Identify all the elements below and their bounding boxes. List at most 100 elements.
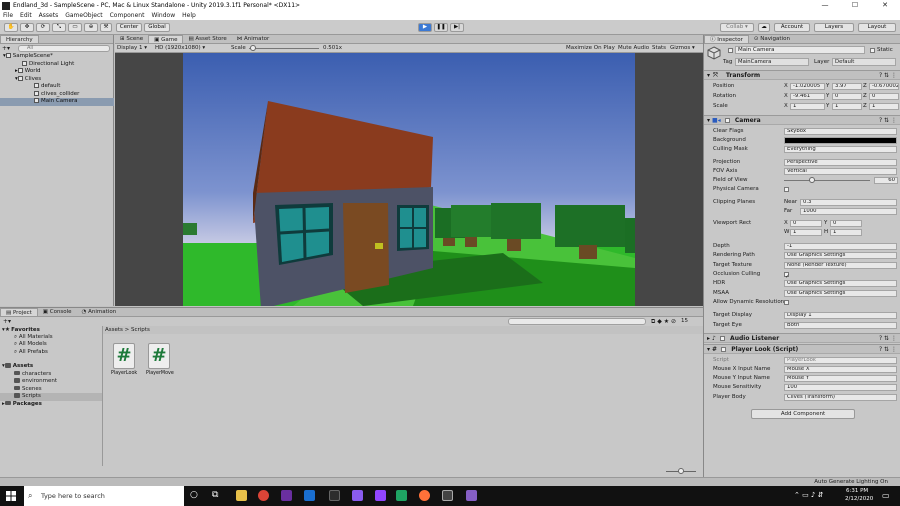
menu-window[interactable]: Window <box>151 12 175 19</box>
custom-tool-icon[interactable]: ⚒ <box>100 23 112 32</box>
maximize-button[interactable]: ☐ <box>840 0 870 11</box>
fov-slider-thumb[interactable] <box>809 177 816 183</box>
player-look-checkbox[interactable] <box>721 347 727 352</box>
tab-hierarchy[interactable]: Hierarchy <box>0 35 39 43</box>
create-plus-icon[interactable]: +▾ <box>2 45 10 52</box>
filter-icons[interactable]: ⧉ ◆ ★ ⊘ <box>651 318 676 326</box>
projection-dropdown[interactable]: Perspective <box>784 159 897 166</box>
tab-asset-store[interactable]: ▤ Asset Store <box>183 35 231 43</box>
display-dropdown[interactable]: Display 1 ▾ <box>117 44 147 53</box>
mouse-y-field[interactable]: Mouse Y <box>784 375 897 382</box>
twitch-icon[interactable] <box>281 490 292 501</box>
fov-axis-dropdown[interactable]: Vertical <box>784 168 897 175</box>
step-button[interactable]: ▶| <box>450 23 464 32</box>
scale-x-field[interactable]: 1 <box>790 103 825 110</box>
app-icon-dark[interactable] <box>329 490 340 501</box>
component-menu-icon[interactable]: ? ⇅ ⋮ <box>879 345 897 354</box>
transform-header[interactable]: ▾ ⤧ Transform ? ⇅ ⋮ <box>704 70 900 80</box>
tab-console[interactable]: ▣ Console <box>38 308 77 316</box>
hierarchy-item-main-camera[interactable]: Main Camera <box>0 98 114 106</box>
hierarchy-item-world[interactable]: ▸ World <box>0 68 114 76</box>
asset-playerlook[interactable]: # PlayerLook <box>111 343 137 376</box>
tab-project[interactable]: ▤ Project <box>0 308 38 316</box>
windows-start-icon[interactable] <box>6 491 16 501</box>
tree-all-prefabs[interactable]: ⌕ All Prefabs <box>14 349 48 357</box>
tab-game[interactable]: ▣ Game <box>148 35 184 43</box>
position-z-field[interactable]: -0.670002 <box>869 83 899 90</box>
component-menu-icon[interactable]: ? ⇅ ⋮ <box>879 116 897 125</box>
tree-scenes[interactable]: Scenes <box>14 386 42 394</box>
account-dropdown[interactable]: Account <box>774 23 810 32</box>
chrome-icon[interactable] <box>258 490 269 501</box>
dynamic-res-checkbox[interactable] <box>784 300 789 305</box>
tree-characters[interactable]: characters <box>14 371 51 379</box>
tab-navigation[interactable]: ⊙ Navigation <box>749 35 795 43</box>
fov-field[interactable]: 60 <box>874 177 898 184</box>
scale-z-field[interactable]: 1 <box>869 103 899 110</box>
project-search-input[interactable] <box>508 318 646 325</box>
gizmos-dropdown[interactable]: Gizmos ▾ <box>670 44 695 53</box>
player-look-header[interactable]: ▾ # Player Look (Script) ? ⇅ ⋮ <box>704 344 900 354</box>
visual-studio-icon[interactable] <box>466 490 477 501</box>
icon-size-slider[interactable] <box>666 468 696 474</box>
hierarchy-item-directional-light[interactable]: Directional Light <box>0 60 114 69</box>
create-asset-plus-icon[interactable]: +▾ <box>3 318 11 325</box>
tree-environment[interactable]: environment <box>14 378 57 386</box>
mouse-x-field[interactable]: Mouse X <box>784 366 897 373</box>
hierarchy-item-scene[interactable]: ▾ SampleScene* <box>0 53 114 61</box>
pivot-mode-button[interactable]: Center <box>116 23 142 32</box>
component-menu-icon[interactable]: ? ⇅ ⋮ <box>879 71 897 80</box>
tree-all-models[interactable]: ⌕ All Models <box>14 341 47 349</box>
culling-mask-dropdown[interactable]: Everything <box>784 146 897 153</box>
cloud-icon[interactable]: ☁ <box>758 23 770 32</box>
menu-edit[interactable]: Edit <box>20 12 32 19</box>
game-icon[interactable] <box>352 490 363 501</box>
position-y-field[interactable]: 3.97 <box>832 83 862 90</box>
tree-scripts[interactable]: Scripts <box>0 393 102 401</box>
physical-camera-checkbox[interactable] <box>784 187 789 192</box>
hierarchy-item-clives[interactable]: ▾ Clives <box>0 75 114 84</box>
rect-tool-icon[interactable]: ▭ <box>68 23 82 32</box>
play-button[interactable]: ▶ <box>418 23 432 32</box>
icon-size-slider-thumb[interactable] <box>678 468 684 474</box>
clear-flags-dropdown[interactable]: Skybox <box>784 128 897 135</box>
mute-audio-button[interactable]: Mute Audio <box>618 44 649 53</box>
tab-animation[interactable]: ◔ Animation <box>77 308 122 316</box>
tab-scene[interactable]: ⊞ Scene <box>115 35 148 43</box>
tree-all-materials[interactable]: ⌕ All Materials <box>14 334 53 342</box>
menu-component[interactable]: Component <box>110 12 145 19</box>
position-x-field[interactable]: -1.020005 <box>790 83 825 90</box>
pause-button[interactable]: ❚❚ <box>434 23 448 32</box>
asset-playermove[interactable]: # PlayerMove <box>146 343 174 376</box>
viewport-x-field[interactable]: 0 <box>790 220 822 227</box>
maximize-on-play-button[interactable]: Maximize On Play <box>566 44 615 53</box>
menu-file[interactable]: File <box>3 12 13 19</box>
rotation-z-field[interactable]: 0 <box>869 93 899 100</box>
taskbar-search-input[interactable]: Type here to search <box>24 486 184 506</box>
tab-animator[interactable]: ⋈ Animator <box>232 35 275 43</box>
layout-dropdown[interactable]: Layout <box>858 23 896 32</box>
minimize-button[interactable]: — <box>810 0 840 11</box>
resolution-dropdown[interactable]: HD (1920x1080) ▾ <box>155 44 205 53</box>
audio-listener-checkbox[interactable] <box>719 336 725 341</box>
cortana-icon[interactable]: ○ <box>190 490 198 500</box>
depth-field[interactable]: -1 <box>784 243 897 250</box>
active-checkbox[interactable] <box>728 48 733 53</box>
hand-tool-icon[interactable]: ✋ <box>4 23 18 32</box>
player-body-field[interactable]: Clives (Transform) <box>784 394 897 401</box>
background-color-swatch[interactable] <box>784 137 897 144</box>
viewport-w-field[interactable]: 1 <box>790 229 822 236</box>
firefox-icon[interactable] <box>419 490 430 501</box>
target-eye-dropdown[interactable]: Both <box>784 322 897 329</box>
camera-header[interactable]: ▾ ■◂ Camera ? ⇅ ⋮ <box>704 115 900 125</box>
hierarchy-item-clives-collider[interactable]: clives_collider <box>0 90 114 99</box>
collab-button[interactable]: Collab ▾ <box>720 23 754 32</box>
hierarchy-search-input[interactable]: All <box>18 45 110 52</box>
tree-favorites[interactable]: ▾★Favorites <box>2 326 40 334</box>
target-texture-field[interactable]: None (Render Texture) <box>784 262 897 269</box>
app-icon-blue[interactable] <box>304 490 315 501</box>
viewport-y-field[interactable]: 0 <box>830 220 862 227</box>
layer-dropdown[interactable]: Default <box>832 58 896 66</box>
target-display-dropdown[interactable]: Display 1 <box>784 312 897 319</box>
scale-y-field[interactable]: 1 <box>832 103 862 110</box>
